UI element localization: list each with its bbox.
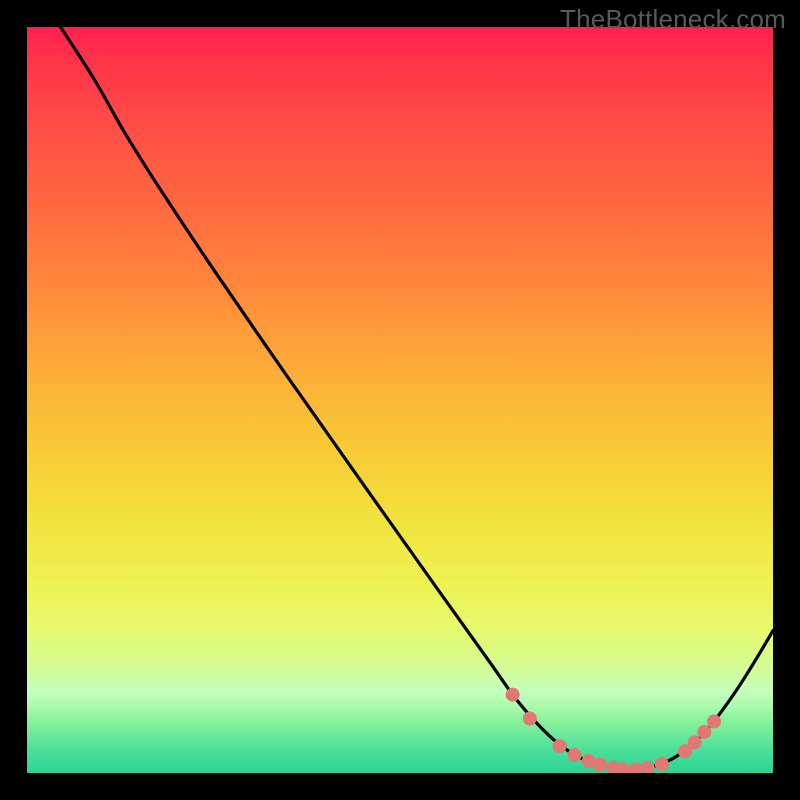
marker-dot	[655, 757, 669, 771]
plot-area	[27, 27, 773, 773]
marker-dot	[506, 688, 520, 702]
bottleneck-curve	[61, 27, 773, 769]
chart-svg	[27, 27, 773, 773]
watermark-text: TheBottleneck.com	[560, 4, 786, 35]
marker-dot	[523, 712, 537, 726]
marker-dots	[506, 688, 721, 773]
marker-dot	[629, 762, 643, 773]
marker-dot	[697, 725, 711, 739]
marker-dot	[593, 758, 607, 772]
marker-dot	[568, 748, 582, 762]
marker-dot	[707, 715, 721, 729]
marker-dot	[688, 735, 702, 749]
chart-frame: TheBottleneck.com	[0, 0, 800, 800]
marker-dot	[553, 739, 567, 753]
marker-dot	[641, 761, 655, 773]
